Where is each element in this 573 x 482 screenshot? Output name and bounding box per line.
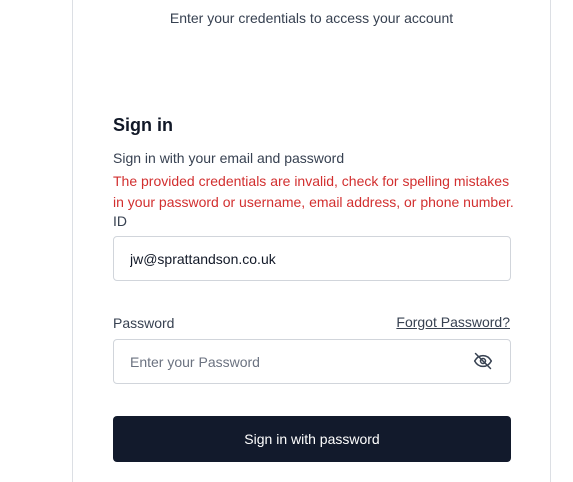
signin-description: Sign in with your email and password [113,150,345,166]
password-label: Password [113,315,175,331]
sign-in-button[interactable]: Sign in with password [113,416,511,462]
id-input[interactable] [113,236,511,281]
password-input[interactable] [113,339,511,384]
page-subtitle: Enter your credentials to access your ac… [169,10,454,26]
eye-off-icon[interactable] [473,351,493,371]
forgot-password-link[interactable]: Forgot Password? [396,314,510,330]
error-message: The provided credentials are invalid, ch… [113,173,514,210]
signin-card: Enter your credentials to access your ac… [72,0,551,482]
signin-heading: Sign in [113,115,173,135]
id-label: ID [113,213,127,229]
